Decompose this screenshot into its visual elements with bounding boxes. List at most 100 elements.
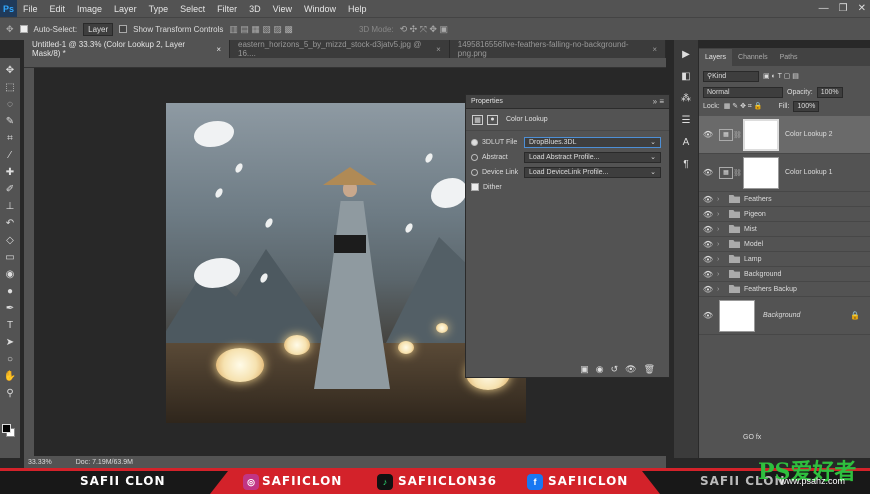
menu-select[interactable]: Select bbox=[174, 4, 211, 14]
fill-input[interactable]: 100% bbox=[793, 100, 820, 112]
layer-background[interactable]: 👁 Background 🔒 bbox=[699, 297, 870, 335]
close-icon[interactable]: ✕ bbox=[858, 3, 866, 14]
reset-icon[interactable]: ↺ bbox=[611, 364, 619, 375]
filter-kind-dropdown[interactable]: ⚲ Kind bbox=[703, 70, 759, 82]
tab-untitled-1[interactable]: Untitled-1 @ 33.3% (Color Lookup 2, Laye… bbox=[24, 40, 231, 58]
pen-icon[interactable]: ✒ bbox=[2, 300, 18, 316]
menu-file[interactable]: File bbox=[17, 4, 44, 14]
filter-type-icons[interactable]: ▣ ◐ T ▢ ▤ bbox=[763, 72, 799, 80]
adjustment-grid-icon[interactable]: ▦ bbox=[472, 114, 483, 125]
play-icon[interactable]: ▶ bbox=[678, 46, 694, 62]
minimize-icon[interactable]: — bbox=[819, 3, 829, 14]
lut-file-dropdown[interactable]: DropBlues.3DL ⌄ bbox=[524, 136, 661, 148]
horizontal-ruler[interactable] bbox=[24, 58, 666, 68]
menu-3d[interactable]: 3D bbox=[243, 4, 267, 14]
3d-tools-icons[interactable]: ⟲ ✣ ⤧ ✥ ▣ bbox=[400, 24, 448, 35]
menu-help[interactable]: Help bbox=[342, 4, 373, 14]
auto-select-target-dropdown[interactable]: Layer bbox=[83, 22, 114, 36]
restore-icon[interactable]: ❐ bbox=[839, 3, 848, 14]
eyedropper-icon[interactable]: ⁄ bbox=[2, 147, 18, 163]
move-icon[interactable]: ✥ bbox=[2, 62, 18, 78]
adjustments-icon[interactable]: ◧ bbox=[678, 68, 694, 84]
menu-layer[interactable]: Layer bbox=[108, 4, 143, 14]
panel-menu-icon[interactable]: » ≡ bbox=[653, 97, 664, 106]
blend-mode-dropdown[interactable]: Normal bbox=[703, 86, 783, 98]
link-icon[interactable]: ⛓ bbox=[733, 169, 742, 177]
menu-view[interactable]: View bbox=[267, 4, 298, 14]
heal-icon[interactable]: ✚ bbox=[2, 164, 18, 180]
chevron-right-icon[interactable]: › bbox=[717, 256, 725, 263]
layer-color-lookup-2[interactable]: 👁 ▦ ⛓ Color Lookup 2 bbox=[699, 116, 870, 154]
menu-type[interactable]: Type bbox=[143, 4, 175, 14]
tab-paths[interactable]: Paths bbox=[774, 49, 804, 66]
character-icon[interactable]: A bbox=[678, 134, 694, 150]
group-lamp[interactable]: 👁 › Lamp bbox=[699, 252, 870, 267]
eye-icon[interactable]: 👁 bbox=[699, 130, 717, 139]
close-tab-icon[interactable]: × bbox=[436, 45, 441, 54]
view-previous-icon[interactable]: ◉ bbox=[596, 364, 604, 375]
eye-icon[interactable]: 👁 bbox=[699, 270, 717, 279]
lut-file-radio[interactable] bbox=[471, 138, 478, 146]
dodge-icon[interactable]: ● bbox=[2, 283, 18, 299]
chevron-right-icon[interactable]: › bbox=[717, 241, 725, 248]
menu-edit[interactable]: Edit bbox=[44, 4, 72, 14]
tab-layers[interactable]: Layers bbox=[699, 49, 733, 66]
abstract-radio[interactable] bbox=[471, 153, 478, 161]
close-tab-icon[interactable]: × bbox=[216, 45, 221, 54]
group-mist[interactable]: 👁 › Mist bbox=[699, 222, 870, 237]
lock-icons[interactable]: ▦ ✎ ✥ ⌗ 🔒 bbox=[724, 102, 763, 111]
sliders-icon[interactable]: ☰ bbox=[678, 112, 694, 128]
group-model[interactable]: 👁 › Model bbox=[699, 237, 870, 252]
lasso-icon[interactable]: ◌ bbox=[2, 96, 18, 112]
brushes-icon[interactable]: ⁂ bbox=[678, 90, 694, 106]
eye-icon[interactable]: 👁 bbox=[699, 225, 717, 234]
brush-icon[interactable]: ✐ bbox=[2, 181, 18, 197]
zoom-level[interactable]: 33.33% bbox=[28, 459, 52, 466]
shape-icon[interactable]: ○ bbox=[2, 351, 18, 367]
trash-icon[interactable]: 🗑 bbox=[644, 364, 655, 375]
layer-mask-thumbnail[interactable] bbox=[743, 156, 779, 189]
paragraph-icon[interactable]: ¶ bbox=[678, 156, 694, 172]
menu-image[interactable]: Image bbox=[71, 4, 108, 14]
clip-to-layer-icon[interactable]: ▣ bbox=[580, 364, 589, 375]
align-icons[interactable]: ▥ ▤ ▦ ▧ ▨ ▩ bbox=[229, 24, 293, 35]
auto-select-checkbox[interactable] bbox=[19, 25, 28, 33]
quick-select-icon[interactable]: ✎ bbox=[2, 113, 18, 129]
properties-header[interactable]: Properties » ≡ bbox=[466, 95, 669, 109]
device-link-dropdown[interactable]: Load DeviceLink Profile... ⌄ bbox=[524, 166, 661, 178]
chevron-right-icon[interactable]: › bbox=[717, 286, 725, 293]
link-layers-icon[interactable]: GO fx bbox=[743, 434, 761, 441]
eye-icon[interactable]: 👁 bbox=[699, 285, 717, 294]
stamp-icon[interactable]: ⊥ bbox=[2, 198, 18, 214]
eraser-icon[interactable]: ◇ bbox=[2, 232, 18, 248]
group-feathers-backup[interactable]: 👁 › Feathers Backup bbox=[699, 282, 870, 297]
eye-icon[interactable]: 👁 bbox=[699, 195, 717, 204]
eye-icon[interactable]: 👁 bbox=[699, 210, 717, 219]
chevron-right-icon[interactable]: › bbox=[717, 211, 725, 218]
chevron-right-icon[interactable]: › bbox=[717, 271, 725, 278]
tab-channels[interactable]: Channels bbox=[732, 49, 774, 66]
chevron-right-icon[interactable]: › bbox=[717, 196, 725, 203]
group-feathers[interactable]: 👁 › Feathers bbox=[699, 192, 870, 207]
dither-checkbox[interactable] bbox=[471, 183, 479, 191]
chevron-right-icon[interactable]: › bbox=[717, 226, 725, 233]
opacity-input[interactable]: 100% bbox=[816, 86, 843, 98]
menu-filter[interactable]: Filter bbox=[211, 4, 243, 14]
marquee-icon[interactable]: ⬚ bbox=[2, 79, 18, 95]
group-pigeon[interactable]: 👁 › Pigeon bbox=[699, 207, 870, 222]
transform-controls-checkbox[interactable] bbox=[119, 25, 128, 33]
gradient-icon[interactable]: ▭ bbox=[2, 249, 18, 265]
move-tool-icon[interactable]: ✥ bbox=[6, 24, 14, 35]
tab-eastern-horizons[interactable]: eastern_horizons_5_by_mizzd_stock-d3jatv… bbox=[230, 40, 450, 58]
hand-icon[interactable]: ✋ bbox=[2, 368, 18, 384]
layer-mask-thumbnail[interactable] bbox=[743, 118, 779, 151]
mask-icon[interactable]: ● bbox=[487, 114, 498, 125]
history-brush-icon[interactable]: ↶ bbox=[2, 215, 18, 231]
tab-feathers-png[interactable]: 149581655​6five-feathers-falling-no-back… bbox=[450, 40, 666, 58]
eye-icon[interactable]: 👁 bbox=[699, 240, 717, 249]
eye-icon[interactable]: 👁 bbox=[699, 255, 717, 264]
device-link-radio[interactable] bbox=[471, 168, 478, 176]
crop-icon[interactable]: ⌗ bbox=[2, 130, 18, 146]
visibility-icon[interactable]: 👁 bbox=[625, 364, 636, 375]
abstract-dropdown[interactable]: Load Abstract Profile... ⌄ bbox=[524, 151, 661, 163]
